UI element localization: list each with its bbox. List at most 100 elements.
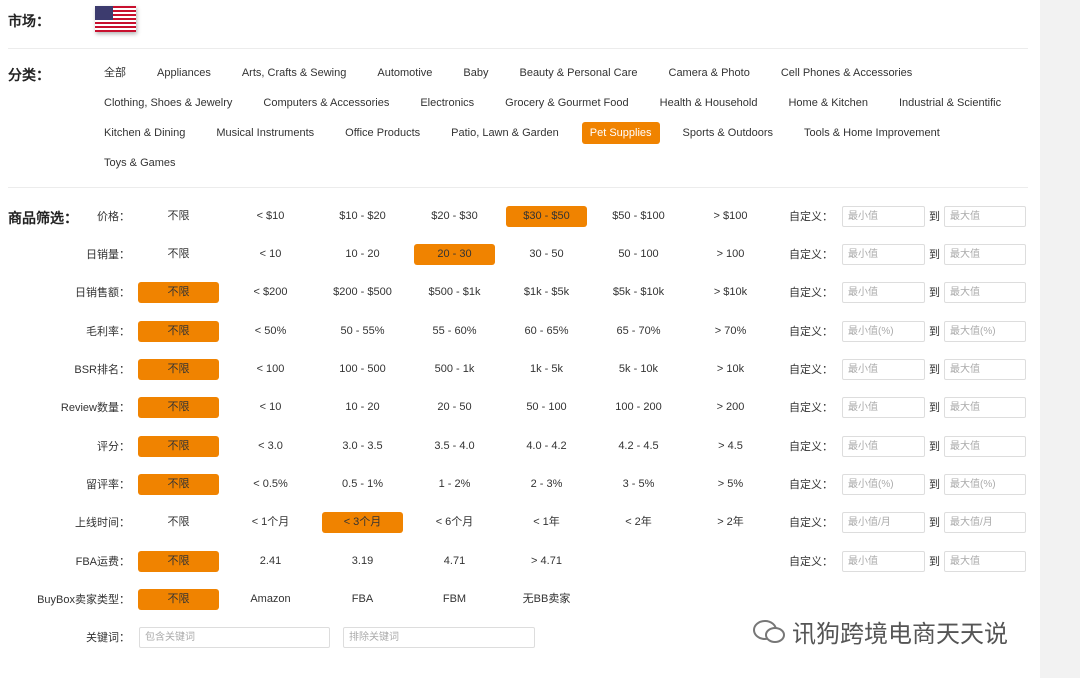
category-item[interactable]: Baby bbox=[455, 62, 496, 84]
category-item[interactable]: Health & Household bbox=[652, 92, 766, 114]
filter-option[interactable]: 不限 bbox=[138, 282, 219, 303]
filter-option[interactable]: $30 - $50 bbox=[506, 206, 587, 227]
category-item[interactable]: Electronics bbox=[412, 92, 482, 114]
filter-option[interactable]: 2.41 bbox=[230, 551, 311, 572]
category-item[interactable]: Patio, Lawn & Garden bbox=[443, 122, 567, 144]
filter-option[interactable]: < 3.0 bbox=[230, 436, 311, 457]
min-input[interactable]: 最小值 bbox=[842, 359, 925, 380]
max-input[interactable]: 最大值/月 bbox=[944, 512, 1026, 533]
filter-option[interactable]: 3.0 - 3.5 bbox=[322, 436, 403, 457]
max-input[interactable]: 最大值 bbox=[944, 359, 1026, 380]
filter-option[interactable]: < 1年 bbox=[506, 512, 587, 533]
filter-option[interactable]: 4.0 - 4.2 bbox=[506, 436, 587, 457]
filter-option[interactable]: < 6个月 bbox=[414, 512, 495, 533]
filter-option[interactable]: 30 - 50 bbox=[506, 244, 587, 265]
filter-option[interactable]: 10 - 20 bbox=[322, 244, 403, 265]
filter-option[interactable]: $500 - $1k bbox=[414, 282, 495, 303]
filter-option[interactable]: FBM bbox=[414, 589, 495, 610]
filter-option[interactable]: < 10 bbox=[230, 397, 311, 418]
filter-option[interactable]: > 10k bbox=[690, 359, 771, 380]
filter-option[interactable]: > 4.5 bbox=[690, 436, 771, 457]
category-item[interactable]: Industrial & Scientific bbox=[891, 92, 1009, 114]
filter-option[interactable]: 3.5 - 4.0 bbox=[414, 436, 495, 457]
us-flag-icon[interactable] bbox=[95, 6, 136, 32]
min-input[interactable]: 最小值 bbox=[842, 244, 925, 265]
filter-option[interactable]: $10 - $20 bbox=[322, 206, 403, 227]
category-item[interactable]: Grocery & Gourmet Food bbox=[497, 92, 637, 114]
include-keyword-input[interactable]: 包含关键词 bbox=[139, 627, 330, 648]
category-item[interactable]: Office Products bbox=[337, 122, 428, 144]
category-item[interactable]: Cell Phones & Accessories bbox=[773, 62, 920, 84]
category-item[interactable]: Musical Instruments bbox=[208, 122, 322, 144]
filter-option[interactable]: 60 - 65% bbox=[506, 321, 587, 342]
max-input[interactable]: 最大值 bbox=[944, 282, 1026, 303]
filter-option[interactable]: < $200 bbox=[230, 282, 311, 303]
filter-option[interactable]: > 2年 bbox=[690, 512, 771, 533]
filter-option[interactable]: 3 - 5% bbox=[598, 474, 679, 495]
filter-option[interactable]: 55 - 60% bbox=[414, 321, 495, 342]
filter-option[interactable]: 不限 bbox=[138, 474, 219, 495]
filter-option[interactable]: < 1个月 bbox=[230, 512, 311, 533]
filter-option[interactable]: 不限 bbox=[138, 206, 219, 227]
filter-option[interactable]: < 10 bbox=[230, 244, 311, 265]
filter-option[interactable]: < 100 bbox=[230, 359, 311, 380]
min-input[interactable]: 最小值 bbox=[842, 206, 925, 227]
filter-option[interactable]: > 70% bbox=[690, 321, 771, 342]
max-input[interactable]: 最大值 bbox=[944, 397, 1026, 418]
min-input[interactable]: 最小值 bbox=[842, 436, 925, 457]
filter-option[interactable]: Amazon bbox=[230, 589, 311, 610]
category-item[interactable]: Home & Kitchen bbox=[780, 92, 875, 114]
category-item[interactable]: Kitchen & Dining bbox=[96, 122, 193, 144]
max-input[interactable]: 最大值(%) bbox=[944, 321, 1026, 342]
filter-option[interactable]: 不限 bbox=[138, 244, 219, 265]
category-item[interactable]: Arts, Crafts & Sewing bbox=[234, 62, 355, 84]
min-input[interactable]: 最小值 bbox=[842, 551, 925, 572]
max-input[interactable]: 最大值 bbox=[944, 244, 1026, 265]
filter-option[interactable]: 无BB卖家 bbox=[506, 589, 587, 610]
filter-option[interactable]: FBA bbox=[322, 589, 403, 610]
filter-option[interactable]: 65 - 70% bbox=[598, 321, 679, 342]
filter-option[interactable]: 5k - 10k bbox=[598, 359, 679, 380]
category-item[interactable]: Beauty & Personal Care bbox=[511, 62, 645, 84]
min-input[interactable]: 最小值(%) bbox=[842, 474, 925, 495]
filter-option[interactable]: 不限 bbox=[138, 359, 219, 380]
filter-option[interactable]: 20 - 30 bbox=[414, 244, 495, 265]
filter-option[interactable]: 2 - 3% bbox=[506, 474, 587, 495]
filter-option[interactable]: > 4.71 bbox=[506, 551, 587, 572]
filter-option[interactable]: > 5% bbox=[690, 474, 771, 495]
max-input[interactable]: 最大值(%) bbox=[944, 474, 1026, 495]
filter-option[interactable]: 100 - 200 bbox=[598, 397, 679, 418]
filter-option[interactable]: 不限 bbox=[138, 551, 219, 572]
filter-option[interactable]: 不限 bbox=[138, 321, 219, 342]
min-input[interactable]: 最小值 bbox=[842, 397, 925, 418]
filter-option[interactable]: $1k - $5k bbox=[506, 282, 587, 303]
filter-option[interactable]: < 3个月 bbox=[322, 512, 403, 533]
filter-option[interactable]: 100 - 500 bbox=[322, 359, 403, 380]
max-input[interactable]: 最大值 bbox=[944, 551, 1026, 572]
filter-option[interactable]: > 200 bbox=[690, 397, 771, 418]
filter-option[interactable]: 不限 bbox=[138, 512, 219, 533]
max-input[interactable]: 最大值 bbox=[944, 436, 1026, 457]
min-input[interactable]: 最小值/月 bbox=[842, 512, 925, 533]
category-item[interactable]: Automotive bbox=[369, 62, 440, 84]
filter-option[interactable]: < 2年 bbox=[598, 512, 679, 533]
filter-option[interactable]: 20 - 50 bbox=[414, 397, 495, 418]
filter-option[interactable]: 50 - 55% bbox=[322, 321, 403, 342]
filter-option[interactable]: 不限 bbox=[138, 436, 219, 457]
filter-option[interactable]: 50 - 100 bbox=[598, 244, 679, 265]
category-item[interactable]: Appliances bbox=[149, 62, 219, 84]
filter-option[interactable]: $5k - $10k bbox=[598, 282, 679, 303]
min-input[interactable]: 最小值 bbox=[842, 282, 925, 303]
filter-option[interactable]: $200 - $500 bbox=[322, 282, 403, 303]
filter-option[interactable]: < $10 bbox=[230, 206, 311, 227]
filter-option[interactable]: > 100 bbox=[690, 244, 771, 265]
filter-option[interactable]: 3.19 bbox=[322, 551, 403, 572]
category-item[interactable]: Tools & Home Improvement bbox=[796, 122, 948, 144]
filter-option[interactable]: > $100 bbox=[690, 206, 771, 227]
filter-option[interactable]: $20 - $30 bbox=[414, 206, 495, 227]
filter-option[interactable]: 1 - 2% bbox=[414, 474, 495, 495]
filter-option[interactable]: 0.5 - 1% bbox=[322, 474, 403, 495]
filter-option[interactable]: 不限 bbox=[138, 589, 219, 610]
filter-option[interactable]: < 50% bbox=[230, 321, 311, 342]
category-item[interactable]: Camera & Photo bbox=[661, 62, 758, 84]
